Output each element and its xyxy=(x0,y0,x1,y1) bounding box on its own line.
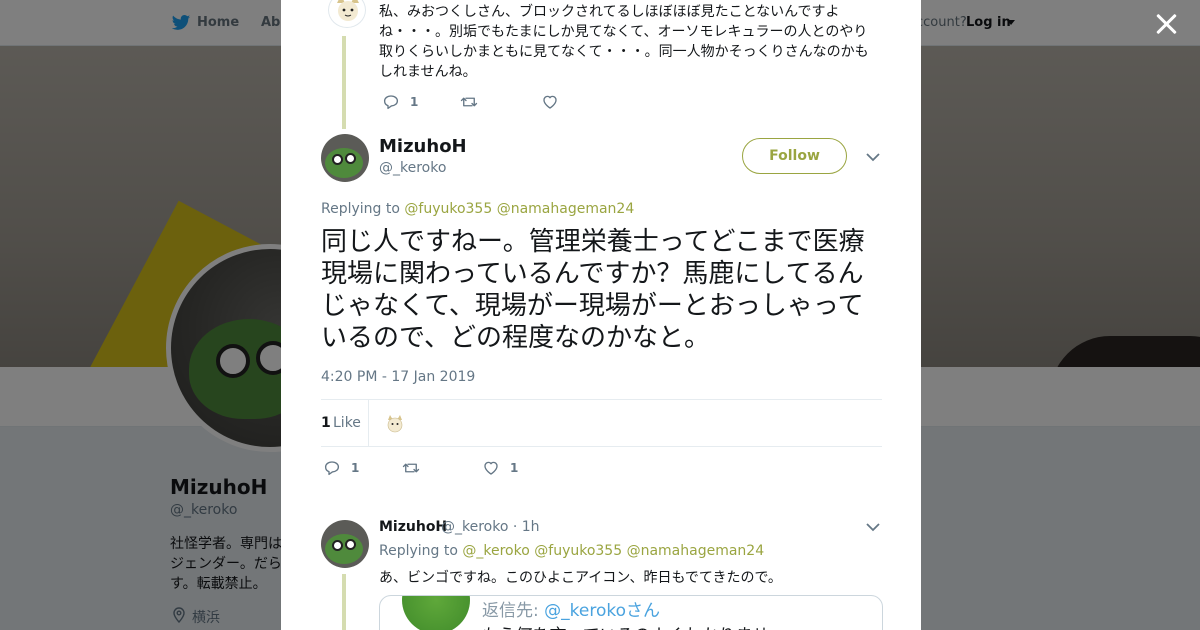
retweet-icon xyxy=(402,463,420,473)
like-action[interactable]: 1 xyxy=(482,459,518,477)
avatar-frog xyxy=(325,148,363,178)
mention-link[interactable]: @namahageman24 xyxy=(627,543,765,559)
screenshot-reply-prefix: 返信先: xyxy=(482,601,545,621)
main-tweet-timestamp[interactable]: 4:20 PM - 17 Jan 2019 xyxy=(321,369,475,385)
close-icon[interactable] xyxy=(1154,12,1180,38)
chevron-down-icon[interactable] xyxy=(866,522,880,532)
screenshot-mention: @_kerokoさん xyxy=(544,601,660,621)
mention-link[interactable]: @_keroko xyxy=(462,543,529,559)
like-count: 1 xyxy=(510,461,519,475)
avatar-eye xyxy=(332,154,343,165)
reply-count: 1 xyxy=(410,95,419,109)
likes-label[interactable]: Like xyxy=(333,415,361,431)
liker-avatar[interactable] xyxy=(383,412,407,436)
main-replying-to: Replying to @fuyuko355 @namahageman24 xyxy=(321,201,634,217)
retweet-action[interactable] xyxy=(460,93,478,111)
tweet-permalink-modal: 私、みおつくしさん、ブロックされてるしほぼほぼ見たことないんですよね・・・。別垢… xyxy=(281,0,921,630)
avatar-eye xyxy=(345,153,356,164)
cat-avatar-icon xyxy=(387,415,403,433)
main-tweet-handle[interactable]: @_keroko xyxy=(379,160,446,176)
cat-avatar-icon xyxy=(337,0,359,21)
heart-icon xyxy=(484,461,498,475)
screenshot-text: もう何を言っているのよくわかりませ xyxy=(482,621,769,630)
chevron-down-icon[interactable] xyxy=(866,152,880,162)
reply-tweet-name[interactable]: MizuhoH xyxy=(379,519,447,535)
mention-link[interactable]: @namahageman24 xyxy=(497,201,635,217)
mention-link[interactable]: @fuyuko355 xyxy=(404,201,492,217)
reply-replying-to: Replying to @_keroko @fuyuko355 @namahag… xyxy=(379,543,764,559)
like-action[interactable] xyxy=(541,93,559,111)
thread-connector xyxy=(342,574,346,630)
heart-icon xyxy=(543,95,557,109)
retweet-icon xyxy=(460,97,478,107)
main-tweet-name[interactable]: MizuhoH xyxy=(379,136,467,157)
reply-icon xyxy=(324,461,340,476)
stats-divider xyxy=(368,400,369,446)
reply-action[interactable]: 1 xyxy=(323,459,359,477)
reply-icon xyxy=(383,95,399,110)
reply-tweet-text: あ、ビンゴですね。このひよこアイコン、昨日もでてきたので。 xyxy=(379,570,782,586)
reply-tweet-meta: @_keroko · 1h xyxy=(441,519,540,535)
reply-tweet-time[interactable]: · 1h xyxy=(513,519,540,535)
mention-link[interactable]: @fuyuko355 xyxy=(534,543,622,559)
likes-count[interactable]: 1 xyxy=(321,415,331,431)
attached-image-card[interactable]: 返信先: @_kerokoさん もう何を言っているのよくわかりませ xyxy=(379,595,883,630)
thread-connector xyxy=(342,36,346,129)
reply-tweet-handle[interactable]: @_keroko xyxy=(441,519,508,535)
reply-action[interactable]: 1 xyxy=(382,93,418,111)
replying-prefix: Replying to xyxy=(379,543,458,559)
reply-tweet-avatar[interactable] xyxy=(321,520,369,568)
avatar-frog xyxy=(325,534,363,564)
replying-prefix: Replying to xyxy=(321,201,400,217)
reply-count: 1 xyxy=(351,461,360,475)
main-tweet-text: 同じ人ですねー。管理栄養士ってどこまで医療現場に関わっているんですか？馬鹿にして… xyxy=(321,227,865,353)
tweet-stats: 1 Like xyxy=(321,399,882,447)
screenshot-reply-line: 返信先: @_kerokoさん xyxy=(482,596,660,621)
main-tweet-avatar[interactable] xyxy=(321,134,369,182)
avatar-eye xyxy=(332,540,343,551)
follow-button[interactable]: Follow xyxy=(742,138,847,174)
previous-tweet-text: 私、みおつくしさん、ブロックされてるしほぼほぼ見たことないんですよね・・・。別垢… xyxy=(379,4,869,80)
previous-tweet-avatar[interactable] xyxy=(328,0,366,28)
avatar-eye xyxy=(345,539,356,550)
retweet-action[interactable] xyxy=(402,459,420,477)
screenshot-avatar xyxy=(402,596,470,630)
